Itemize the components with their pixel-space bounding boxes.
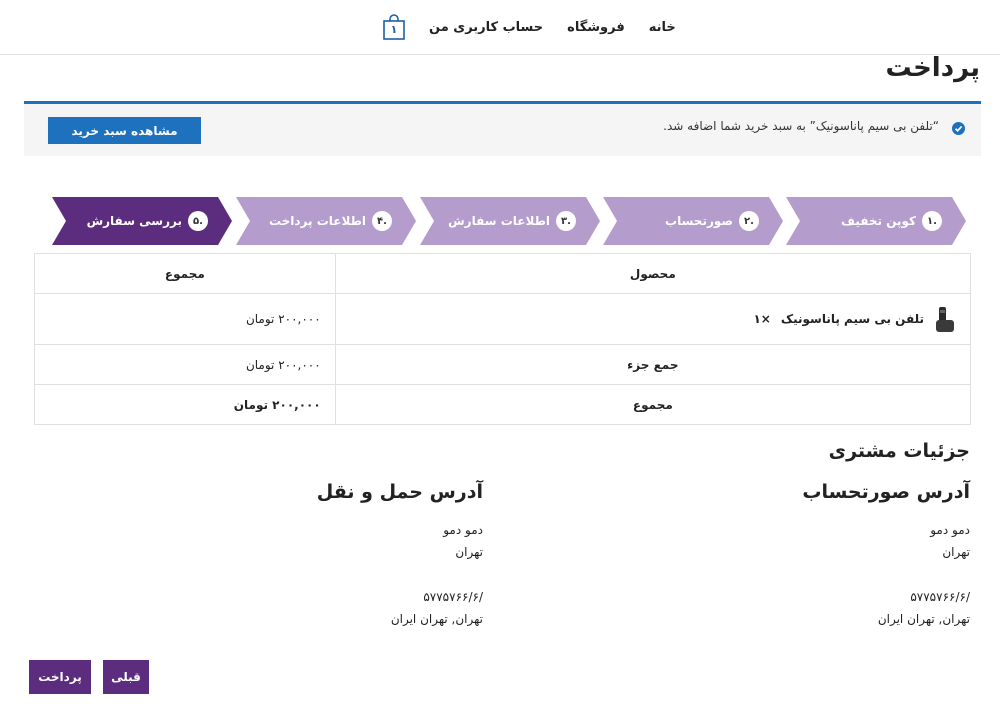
subtotal-label: جمع جزء [334,344,972,385]
step-order-review[interactable]: ۵. بررسی سفارش [52,197,232,245]
column-header-product: محصول [334,253,972,294]
shipping-phone: /۵۷۷۵۷۶۶/۶ [423,590,483,604]
table-row: تلفن بی سیم پاناسونیک ×۱ ۲۰۰,۰۰۰ تومان [34,293,972,345]
billing-name: دمو دمو [930,523,970,537]
top-navigation: خانه فروشگاه حساب کاربری من ۱ [0,0,1000,55]
order-review-table: محصول مجموع تلفن بی سیم پاناسونیک ×۱ ۲۰۰… [34,253,972,425]
nav-my-account-link[interactable]: حساب کاربری من [429,20,543,35]
step-number: ۵. [188,211,208,231]
shipping-region: تهران, تهران ایران [390,612,483,626]
product-total: ۲۰۰,۰۰۰ تومان [34,293,336,345]
table-header-row: محصول مجموع [34,253,972,294]
step-label: کوپن تخفیف [841,214,916,228]
nav-shop-link[interactable]: فروشگاه [567,20,625,35]
billing-phone: /۵۷۷۵۷۶۶/۶ [910,590,970,604]
nav-menu: خانه فروشگاه حساب کاربری من ۱ [383,12,676,42]
shipping-name: دمو دمو [443,523,483,537]
product-name: تلفن بی سیم پاناسونیک [780,312,924,326]
product-cell: تلفن بی سیم پاناسونیک ×۱ [334,293,972,345]
step-number: ۴. [372,211,392,231]
billing-city: تهران [942,545,970,559]
step-payment-info[interactable]: ۴. اطلاعات پرداخت [236,197,416,245]
checkout-steps: ۱. کوپن تخفیف ۲. صورتحساب ۳. اطلاعات سفا… [0,197,1000,245]
step-number: ۳. [556,211,576,231]
view-cart-button[interactable]: مشاهده سبد خرید [48,117,201,144]
billing-region: تهران, تهران ایران [877,612,970,626]
shipping-address-heading: آدرس حمل و نقل [316,481,483,503]
product-thumbnail [934,305,956,333]
nav-home-link[interactable]: خانه [649,20,676,35]
step-label: اطلاعات سفارش [448,214,550,228]
shipping-city: تهران [455,545,483,559]
step-number: ۲. [739,211,759,231]
billing-address-heading: آدرس صورتحساب [802,481,970,503]
notice-message: “تلفن بی سیم پاناسونیک” به سبد خرید شما … [663,119,939,133]
subtotal-value: ۲۰۰,۰۰۰ تومان [34,344,336,385]
order-total-label: مجموع [334,384,972,425]
table-row: جمع جزء ۲۰۰,۰۰۰ تومان [34,344,972,385]
pay-button[interactable]: پرداخت [29,660,91,694]
product-quantity: ×۱ [753,312,771,326]
step-label: بررسی سفارش [86,214,182,228]
step-label: صورتحساب [665,214,733,228]
cart-button[interactable]: ۱ [383,14,405,40]
step-order-info[interactable]: ۳. اطلاعات سفارش [420,197,600,245]
column-header-total: مجموع [34,253,336,294]
customer-details-heading: جزئیات مشتری [828,440,970,462]
page-title: پرداخت [885,53,980,83]
cart-count-badge: ۱ [390,23,398,36]
previous-button[interactable]: قبلی [103,660,149,694]
table-row: مجموع ۲۰۰,۰۰۰ تومان [34,384,972,425]
step-coupon[interactable]: ۱. کوپن تخفیف [786,197,966,245]
cart-notice: “تلفن بی سیم پاناسونیک” به سبد خرید شما … [24,101,981,156]
step-label: اطلاعات پرداخت [268,214,366,228]
check-circle-icon [952,122,965,135]
order-total-value: ۲۰۰,۰۰۰ تومان [34,384,336,425]
step-number: ۱. [922,211,942,231]
step-billing[interactable]: ۲. صورتحساب [603,197,783,245]
